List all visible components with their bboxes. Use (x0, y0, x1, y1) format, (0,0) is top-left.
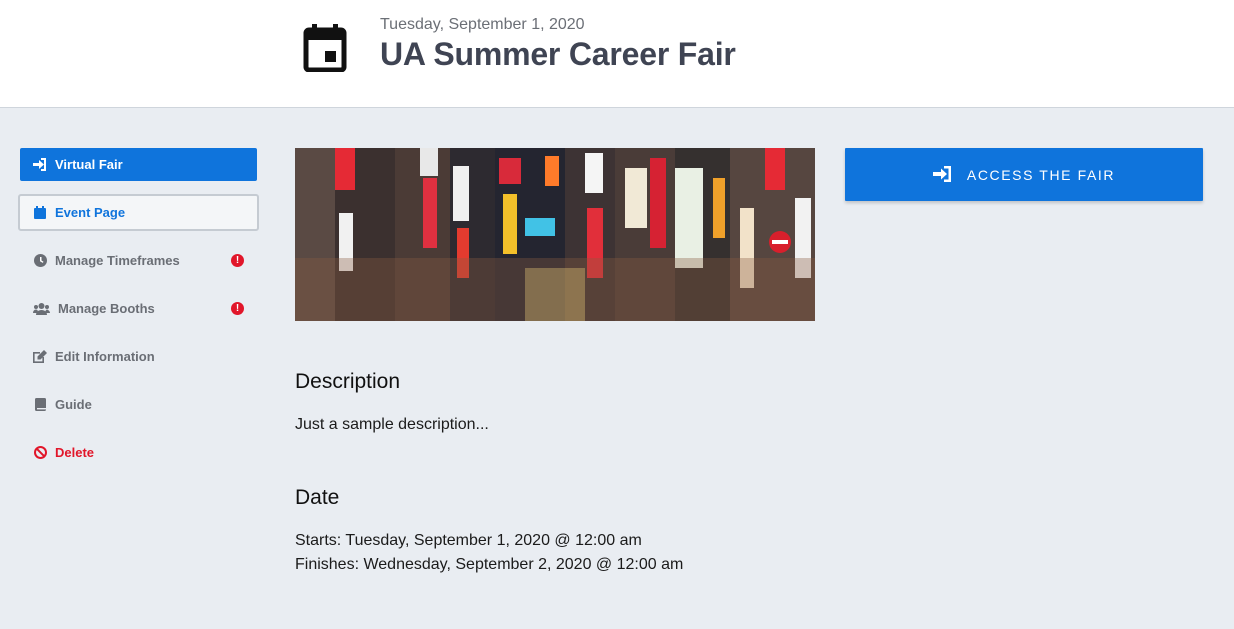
users-icon (33, 302, 50, 316)
sidebar-item-manage-timeframes[interactable]: Manage Timeframes ! (20, 244, 257, 277)
book-icon (33, 398, 47, 412)
ban-icon (33, 446, 47, 460)
warning-badge: ! (231, 254, 244, 267)
event-start: Starts: Tuesday, September 1, 2020 @ 12:… (295, 532, 642, 549)
sidebar-item-delete[interactable]: Delete (20, 436, 257, 469)
page-header: Tuesday, September 1, 2020 UA Summer Car… (0, 0, 1234, 108)
sidebar-item-label: Event Page (55, 205, 126, 220)
page-title: UA Summer Career Fair (380, 36, 736, 72)
clock-icon (33, 254, 47, 268)
sidebar-item-manage-booths[interactable]: Manage Booths ! (20, 292, 257, 325)
sidebar-item-label: Manage Timeframes (55, 253, 180, 268)
sidebar-item-virtual-fair[interactable]: Virtual Fair (20, 148, 257, 181)
sidebar-item-label: Manage Booths (58, 301, 155, 316)
warning-badge: ! (231, 302, 244, 315)
description-text: Just a sample description... (295, 416, 489, 433)
sign-in-icon (33, 158, 47, 172)
event-date: Tuesday, September 1, 2020 (380, 16, 585, 33)
sidebar-item-label: Guide (55, 397, 92, 412)
sidebar-item-label: Delete (55, 445, 95, 460)
description-heading: Description (295, 370, 401, 393)
event-finish: Finishes: Wednesday, September 2, 2020 @… (295, 556, 684, 573)
calendar-icon (33, 206, 47, 220)
sidebar-item-event-page[interactable]: Event Page (18, 194, 259, 231)
access-fair-button[interactable]: ACCESS THE FAIR (845, 148, 1203, 201)
edit-icon (33, 350, 47, 364)
access-fair-label: ACCESS THE FAIR (966, 166, 1116, 183)
date-heading: Date (295, 486, 340, 509)
sidebar-item-label: Virtual Fair (55, 157, 123, 172)
calendar-icon (303, 24, 347, 72)
sidebar-item-edit-information[interactable]: Edit Information (20, 340, 257, 373)
sidebar-item-guide[interactable]: Guide (20, 388, 257, 421)
sign-in-icon (932, 165, 951, 184)
sidebar-item-label: Edit Information (55, 349, 155, 364)
event-banner-image (295, 148, 815, 321)
